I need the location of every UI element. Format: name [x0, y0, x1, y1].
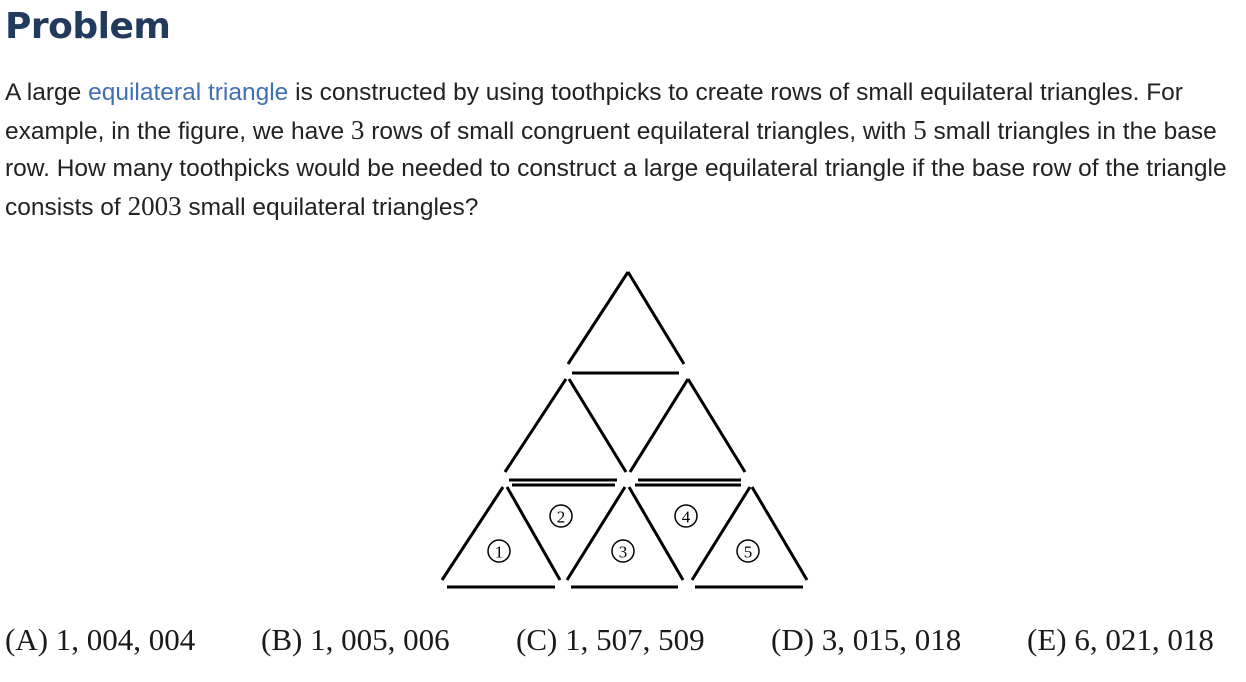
base-count-math: 5	[913, 114, 927, 145]
choice-e-value: 6, 021, 018	[1074, 622, 1214, 657]
toothpick	[686, 378, 747, 473]
rows-count-math: 3	[350, 114, 365, 145]
toothpick-triangle-figure: 1 2 3 4 5	[440, 271, 809, 589]
choice-b-value: 1, 005, 006	[310, 622, 450, 657]
triangle-label-2: 2	[557, 508, 566, 527]
choice-d: (D) 3, 015, 018	[771, 622, 961, 658]
choice-b: (B) 1, 005, 006	[261, 622, 450, 658]
toothpick	[626, 271, 686, 365]
toothpick	[440, 486, 505, 581]
toothpick	[503, 378, 568, 473]
choice-a-value: 1, 004, 004	[55, 622, 196, 657]
toothpick	[565, 486, 627, 581]
choice-c-letter: (C)	[516, 622, 558, 657]
choice-b-letter: (B)	[261, 622, 303, 657]
choice-a-letter: (A)	[5, 622, 49, 657]
choice-d-letter: (D)	[771, 622, 815, 657]
toothpick	[567, 378, 628, 473]
toothpick	[566, 271, 630, 365]
toothpick	[750, 486, 809, 581]
triangle-label-5: 5	[744, 543, 753, 562]
equilateral-triangle-link[interactable]: equilateral triangle	[88, 79, 288, 106]
toothpick	[690, 486, 752, 581]
problem-text-part-1: A large	[5, 79, 89, 106]
problem-text-part-3: rows of small congruent equilateral tria…	[364, 117, 914, 145]
triangle-label-1: 1	[495, 543, 504, 562]
base-row-2003-math: 2003	[127, 190, 182, 221]
triangle-label-3: 3	[619, 543, 628, 562]
toothpick	[627, 486, 685, 581]
problem-text-part-5: small equilateral triangles?	[181, 193, 479, 221]
choice-e: (E) 6, 021, 018	[1027, 622, 1214, 658]
choice-a: (A) 1, 004, 004	[5, 622, 195, 658]
choice-c-value: 1, 507, 509	[565, 622, 705, 657]
toothpick	[505, 486, 562, 581]
choice-d-value: 3, 015, 018	[821, 622, 962, 657]
answer-choices: (A) 1, 004, 004 (B) 1, 005, 006 (C) 1, 5…	[5, 622, 1245, 670]
toothpick	[628, 378, 690, 473]
problem-statement: A large equilateral triangle is construc…	[5, 74, 1241, 226]
problem-heading: Problem	[5, 6, 171, 47]
choice-e-letter: (E)	[1027, 622, 1067, 657]
choice-c: (C) 1, 507, 509	[516, 622, 705, 658]
triangle-label-4: 4	[682, 508, 691, 527]
